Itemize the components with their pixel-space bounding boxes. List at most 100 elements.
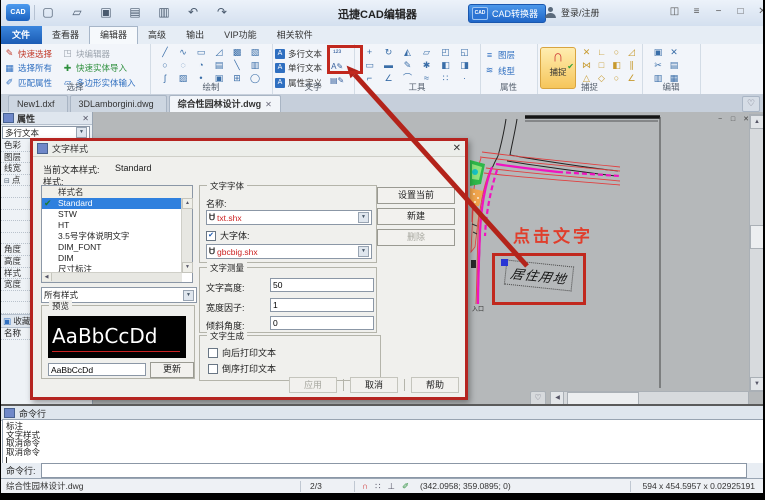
menu-tab[interactable]: 查看器	[42, 26, 89, 44]
style-list-item[interactable]: HT	[42, 220, 182, 231]
horizontal-scrollbar[interactable]	[563, 391, 749, 404]
cad-drawing[interactable]: 入口	[470, 112, 750, 390]
ribbon-button[interactable]: ◳块编辑器	[62, 47, 136, 60]
brush-toggle-icon[interactable]: ✐	[402, 479, 409, 494]
ribbon-button[interactable]: A多行文本	[275, 47, 322, 60]
scroll-up-arrow[interactable]: ▲	[182, 198, 193, 209]
feedback-icon[interactable]: ◫	[668, 5, 681, 19]
style-list-item[interactable]: ✔Standard	[42, 198, 182, 209]
maximize-icon[interactable]: □	[734, 5, 747, 19]
ribbon-button[interactable]: ▦选择所有	[4, 62, 52, 75]
draw-tool-icon[interactable]: ▧	[246, 46, 264, 59]
canvas-restore-icon[interactable]: □	[728, 115, 738, 124]
snap-mode-icon[interactable]: ⋈	[579, 59, 594, 72]
dialog-close-icon[interactable]: ✕	[453, 143, 461, 154]
ribbon-button[interactable]: ≋线型	[484, 64, 515, 77]
menu-tab[interactable]: VIP功能	[214, 26, 267, 44]
snap-mode-icon[interactable]: ◧	[609, 59, 624, 72]
update-preview-button[interactable]: 更新	[150, 362, 194, 378]
layout-page-indicator[interactable]: 2/3	[310, 479, 322, 494]
draw-tool-icon[interactable]: ◔	[192, 59, 210, 72]
snap-mode-icon[interactable]: ∥	[624, 59, 639, 72]
style-list-item[interactable]: DIM_FONT	[42, 242, 182, 253]
scrollbar-thumb[interactable]	[750, 225, 764, 249]
login-button[interactable]: 登录/注册	[545, 6, 600, 19]
list-vertical-scrollbar[interactable]: ▲ ▼	[181, 198, 192, 273]
menu-tab[interactable]: 输出	[176, 26, 214, 44]
draw-tool-icon[interactable]: ▭	[192, 46, 210, 59]
open-file-icon[interactable]: ▱	[69, 4, 85, 21]
width-factor-input[interactable]	[270, 298, 374, 312]
draw-tool-icon[interactable]: ◿	[210, 46, 228, 59]
scroll-down-arrow[interactable]: ▼	[182, 262, 193, 273]
draw-tool-icon[interactable]: ○	[156, 59, 174, 72]
oblique-angle-input[interactable]	[270, 316, 374, 330]
redo-icon[interactable]: ↷	[214, 4, 230, 21]
cancel-button[interactable]: 取消	[350, 377, 398, 393]
bigfont-select[interactable]: Ꮜ gbcbig.shx ▼	[206, 244, 372, 259]
command-history[interactable]: 标注文字样式取消命令取消命令	[2, 419, 765, 466]
tool-icon[interactable]: ↻	[379, 46, 398, 59]
heart-icon[interactable]: ♡	[742, 96, 760, 112]
app-menu-icon[interactable]: ≡	[690, 5, 703, 19]
scroll-up-arrow[interactable]: ▲	[750, 115, 764, 129]
upside-down-checkbox[interactable]: 倒序打印文本	[208, 362, 276, 375]
draw-tool-icon[interactable]: ∿	[174, 46, 192, 59]
scroll-left-arrow[interactable]: ◀	[42, 273, 52, 281]
tab-close-icon[interactable]: ✕	[265, 96, 272, 113]
new-file-icon[interactable]: ▢	[40, 4, 56, 21]
set-current-button[interactable]: 设置当前	[377, 187, 455, 204]
menu-tab[interactable]: 编辑器	[89, 26, 138, 44]
edit-tool-icon[interactable]: ▤	[666, 59, 682, 72]
heart-icon[interactable]: ♡	[530, 391, 546, 404]
scroll-down-arrow[interactable]: ▼	[750, 377, 764, 391]
undo-icon[interactable]: ↶	[185, 4, 201, 21]
snap-mode-icon[interactable]: ∟	[594, 46, 609, 59]
snap-mode-icon[interactable]: ◿	[624, 46, 639, 59]
canvas-minimize-icon[interactable]: −	[715, 115, 725, 124]
snap-mode-icon[interactable]: □	[594, 59, 609, 72]
tool-icon[interactable]: ◧	[436, 59, 455, 72]
style-list-item[interactable]: 3.5号字体说明文字	[42, 231, 182, 242]
ribbon-button[interactable]: ≡图层	[484, 48, 515, 61]
help-button[interactable]: 帮助	[411, 377, 459, 393]
tool-icon[interactable]: ◰	[436, 46, 455, 59]
ribbon-button[interactable]: ✚快速实体导入	[62, 62, 136, 75]
style-list-item[interactable]: DIM	[42, 253, 182, 264]
scrollbar-thumb[interactable]	[567, 392, 639, 404]
menu-tab[interactable]: 相关软件	[267, 26, 323, 44]
font-select[interactable]: Ꮜ txt.shx ▼	[206, 210, 372, 225]
osnap-toggle-icon[interactable]: ∩	[362, 479, 368, 494]
edit-tool-icon[interactable]: ✂	[650, 59, 666, 72]
style-list-item[interactable]: STW	[42, 209, 182, 220]
save-icon[interactable]: ▣	[98, 4, 114, 21]
edit-tool-icon[interactable]: ▣	[650, 46, 666, 59]
bigfont-checkbox[interactable]: ✔ 大字体:	[206, 229, 250, 242]
selection-grip[interactable]	[501, 259, 508, 266]
apply-button[interactable]: 应用	[289, 377, 337, 393]
command-input[interactable]	[41, 463, 747, 478]
draw-tool-icon[interactable]: ╲	[228, 59, 246, 72]
dialog-title-bar[interactable]: 文字样式 ✕	[33, 141, 465, 157]
cad-converter-button[interactable]: CAD CAD转换器	[468, 4, 546, 23]
ortho-toggle-icon[interactable]: ⊥	[388, 479, 395, 494]
tool-icon[interactable]: ✱	[417, 59, 436, 72]
draw-tool-icon[interactable]: ╱	[156, 46, 174, 59]
ribbon-button[interactable]: A单行文本	[275, 62, 322, 75]
minimize-icon[interactable]: −	[712, 5, 725, 19]
list-horizontal-scrollbar[interactable]: ◀	[42, 272, 182, 282]
style-list[interactable]: 样式名 ✔StandardSTWHT3.5号字体说明文字DIM_FONTDIM尺…	[41, 185, 193, 283]
draw-tool-icon[interactable]: ▩	[228, 46, 246, 59]
tool-icon[interactable]: ▬	[379, 59, 398, 72]
snap-mode-icon[interactable]: ✕	[579, 46, 594, 59]
delete-style-button[interactable]: 删除	[377, 229, 455, 246]
document-tab[interactable]: 3DLamborgini.dwg	[70, 95, 167, 112]
preview-text-input[interactable]	[48, 363, 146, 376]
grid-toggle-icon[interactable]: ∷	[375, 479, 380, 494]
pdf-export-icon[interactable]: ▤	[127, 4, 143, 21]
draw-tool-icon[interactable]: ▥	[246, 59, 264, 72]
draw-tool-icon[interactable]: ▤	[210, 59, 228, 72]
document-tab[interactable]: New1.dxf	[8, 95, 68, 112]
tool-icon[interactable]: ✎	[398, 59, 417, 72]
edit-tool-icon[interactable]: ✕	[666, 46, 682, 59]
